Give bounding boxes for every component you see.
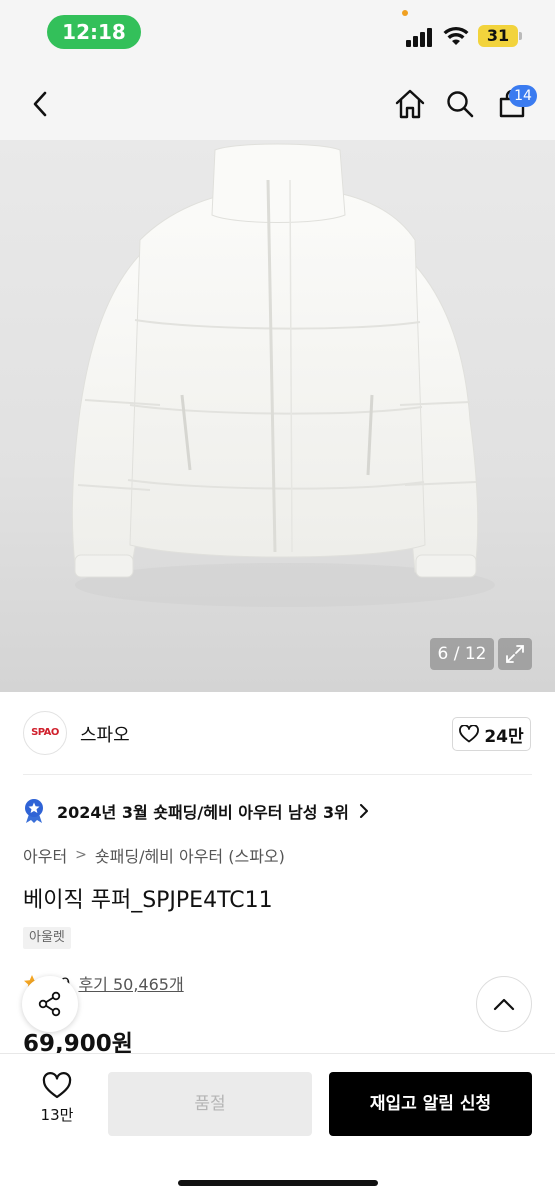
wishlist-count: 13만 [40, 1106, 74, 1124]
breadcrumb-item[interactable]: 아우터 [23, 843, 67, 867]
brand-name[interactable]: 스파오 [80, 721, 130, 747]
product-image[interactable] [0, 140, 555, 692]
scroll-to-top-button[interactable] [476, 976, 532, 1032]
brand-like-button[interactable]: 24만 [452, 717, 531, 751]
breadcrumb-separator-icon: > [75, 847, 87, 863]
privacy-indicator-dot [402, 10, 408, 16]
heart-icon [42, 1072, 72, 1099]
home-indicator [178, 1180, 378, 1186]
battery-indicator: 31 [478, 25, 518, 47]
outlet-tag: 아울렛 [23, 927, 71, 949]
home-icon [395, 89, 425, 119]
divider [23, 774, 532, 775]
heart-icon [459, 725, 480, 743]
cart-count-badge: 14 [509, 85, 537, 107]
search-icon [447, 91, 474, 118]
wishlist-button[interactable]: 13만 [24, 1072, 90, 1136]
soldout-button[interactable]: 품절 [108, 1072, 312, 1136]
chevron-right-icon [359, 804, 368, 818]
search-button[interactable] [440, 68, 480, 140]
share-icon [38, 991, 61, 1017]
chevron-left-icon [33, 91, 47, 117]
status-bar: 12:18 31 [0, 0, 555, 68]
ranking-badge-icon [25, 799, 43, 823]
bottom-action-bar: 13만 품절 재입고 알림 신청 [0, 1053, 555, 1200]
ranking-text: 2024년 3월 숏패딩/헤비 아우터 남성 3위 [57, 803, 349, 822]
puffer-jacket-image [71, 143, 495, 607]
expand-image-button[interactable] [498, 638, 532, 670]
breadcrumb-item[interactable]: 숏패딩/헤비 아우터 (스파오) [95, 843, 285, 867]
brand-logo[interactable]: SPAO [23, 711, 67, 755]
ranking-link[interactable]: 2024년 3월 숏패딩/헤비 아우터 남성 3위 [23, 796, 369, 826]
brand-row: SPAO 스파오 24만 [0, 692, 555, 776]
brand-like-count: 24만 [484, 726, 524, 747]
home-button[interactable] [390, 68, 430, 140]
top-nav-bar [0, 68, 555, 140]
review-count-link[interactable]: 후기 50,465개 [78, 971, 183, 995]
cellular-signal-icon [406, 27, 436, 47]
wifi-icon [443, 26, 469, 45]
chevron-up-icon [493, 998, 515, 1011]
image-counter: 6 / 12 [430, 638, 494, 670]
product-title: 베이직 푸퍼_SPJPE4TC11 [23, 888, 273, 913]
back-button[interactable] [20, 68, 60, 140]
breadcrumb: 아우터 > 숏패딩/헤비 아우터 (스파오) [23, 844, 285, 866]
status-time: 12:18 [47, 15, 141, 49]
expand-icon [506, 645, 524, 663]
battery-tip [519, 32, 522, 40]
restock-alert-button[interactable]: 재입고 알림 신청 [329, 1072, 532, 1136]
